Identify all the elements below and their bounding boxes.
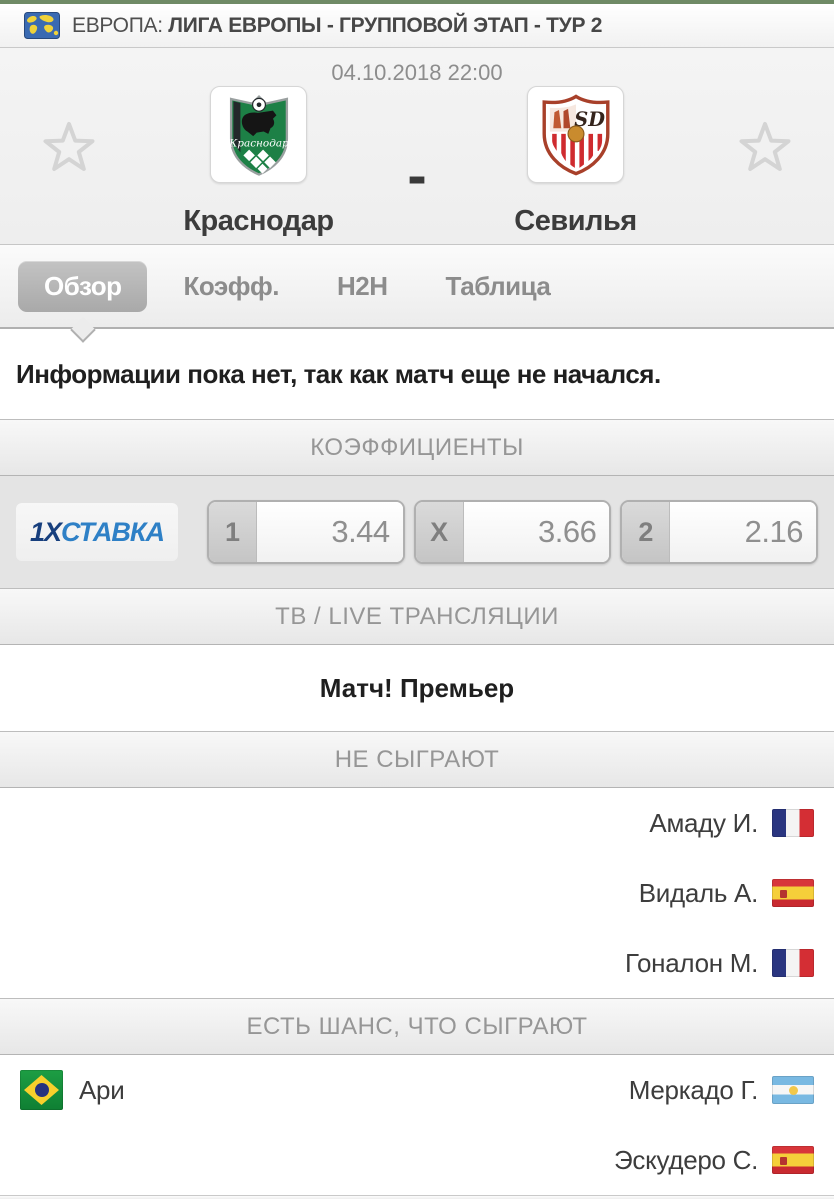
tab-overview[interactable]: Обзор (18, 260, 148, 343)
tv-channel: Матч! Премьер (0, 645, 834, 731)
tab-odds[interactable]: Коэфф. (161, 261, 301, 312)
favorite-star-home-icon[interactable] (38, 116, 100, 178)
bottom-strip (0, 1195, 834, 1199)
tab-table-label: Таблица (445, 270, 551, 301)
match-datetime: 04.10.2018 22:00 (331, 60, 503, 85)
league-competition: ЛИГА ЕВРОПЫ - ГРУППОВОЙ ЭТАП - ТУР 2 (168, 13, 603, 37)
team-home[interactable]: Краснодар Краснодар (100, 86, 417, 238)
odd-away-value: 2.16 (670, 502, 817, 562)
team-home-name: Краснодар (183, 205, 334, 237)
tab-h2h-label: H2H (336, 270, 388, 301)
tab-odds-label: Коэфф. (183, 270, 279, 301)
player-name: Гоналон М. (624, 947, 758, 978)
will-not-play-list: Амаду И. Видаль А. Гоналон М. (0, 788, 834, 998)
odds-row: 1X СТАВКА 1 3.44 X 3.66 2 2.16 (0, 476, 834, 588)
player-name: Амаду И. (649, 807, 758, 838)
team-away[interactable]: SD Севилья (417, 86, 734, 238)
svg-text:Краснодар: Краснодар (228, 137, 289, 149)
player-name: Ари (79, 1074, 125, 1105)
no-info-message: Информации пока нет, так как матч еще не… (0, 329, 834, 419)
france-flag-icon (772, 949, 814, 977)
player-row[interactable]: Амаду И. (0, 788, 834, 858)
player-row[interactable]: Эскудеро С. (0, 1125, 834, 1195)
tab-bar: Обзор Коэфф. H2H Таблица (0, 245, 834, 343)
spain-flag-icon (772, 879, 814, 907)
player-row[interactable]: Ари Меркадо Г. (0, 1055, 834, 1125)
section-header-tv: ТВ / LIVE ТРАНСЛЯЦИИ (0, 588, 834, 645)
odd-away-label: 2 (622, 502, 671, 562)
favorite-star-away-icon[interactable] (734, 116, 796, 178)
world-map-icon (24, 12, 60, 39)
player-row[interactable]: Гоналон М. (0, 928, 834, 998)
bookmaker-rest: СТАВКА (61, 516, 165, 547)
league-title: ЕВРОПА: ЛИГА ЕВРОПЫ - ГРУППОВОЙ ЭТАП - Т… (72, 14, 602, 38)
bookmaker-logo[interactable]: 1X СТАВКА (16, 503, 178, 561)
player-name: Эскудеро С. (614, 1144, 758, 1175)
section-header-odds: КОЭФФИЦИЕНТЫ (0, 419, 834, 476)
odd-draw-label: X (415, 502, 464, 562)
player-name: Меркадо Г. (628, 1074, 759, 1105)
bookmaker-prefix: 1X (29, 516, 62, 547)
section-header-will-not-play: НЕ СЫГРАЮТ (0, 731, 834, 788)
tab-table[interactable]: Таблица (424, 261, 573, 312)
odd-button-away[interactable]: 2 2.16 (620, 500, 819, 564)
tab-overview-label: Обзор (44, 270, 122, 301)
argentina-flag-icon (772, 1076, 814, 1104)
league-header[interactable]: ЕВРОПА: ЛИГА ЕВРОПЫ - ГРУППОВОЙ ЭТАП - Т… (0, 4, 834, 48)
krasnodar-logo: Краснодар (210, 86, 307, 183)
spain-flag-icon (772, 1146, 814, 1174)
player-row[interactable]: Видаль А. (0, 858, 834, 928)
tab-h2h[interactable]: H2H (315, 261, 410, 312)
odd-home-label: 1 (209, 502, 257, 562)
match-header: 04.10.2018 22:00 - Краснодар Краснодар S… (0, 48, 834, 245)
odd-draw-value: 3.66 (463, 502, 610, 562)
odd-button-draw[interactable]: X 3.66 (413, 500, 612, 564)
player-name: Видаль А. (638, 877, 759, 908)
brazil-flag-icon (20, 1070, 63, 1110)
section-header-may-play: ЕСТЬ ШАНС, ЧТО СЫГРАЮТ (0, 998, 834, 1055)
may-play-list: Ари Меркадо Г. Эскудеро С. (0, 1055, 834, 1195)
odd-home-value: 3.44 (257, 502, 403, 562)
sevilla-logo: SD (527, 86, 624, 183)
france-flag-icon (772, 809, 814, 837)
league-region: ЕВРОПА: (72, 13, 163, 37)
odd-button-home[interactable]: 1 3.44 (207, 500, 405, 564)
team-away-name: Севилья (514, 205, 637, 237)
